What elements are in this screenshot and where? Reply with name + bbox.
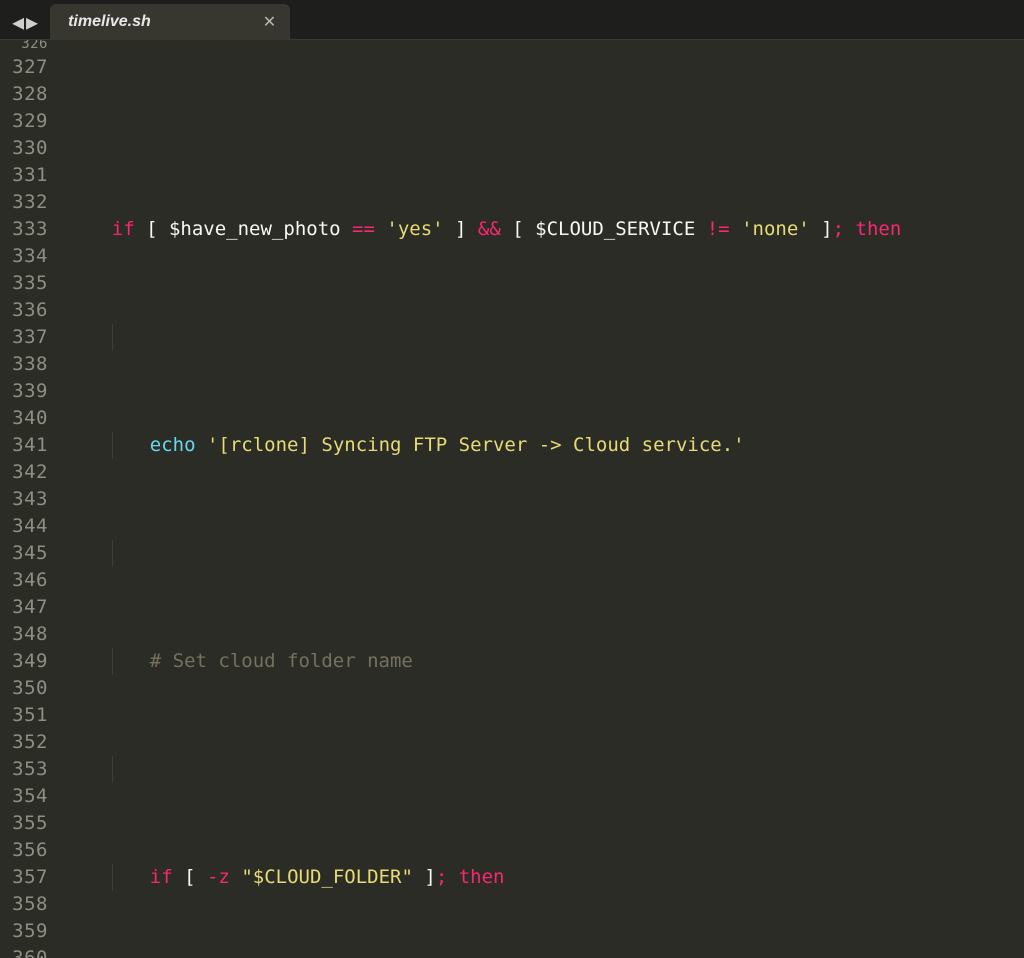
line-number: 330 — [0, 135, 48, 162]
line-number: 347 — [0, 594, 48, 621]
editor[interactable]: 326 327328329330331332333334335336337338… — [0, 40, 1024, 958]
file-tab[interactable]: timelive.sh ✕ — [50, 4, 290, 40]
line-number: 353 — [0, 756, 48, 783]
line-number: 351 — [0, 702, 48, 729]
code-line — [66, 756, 1024, 783]
line-number: 355 — [0, 810, 48, 837]
line-number: 342 — [0, 459, 48, 486]
line-number-gutter: 326 327328329330331332333334335336337338… — [0, 40, 62, 958]
line-number: 340 — [0, 405, 48, 432]
line-number: 329 — [0, 108, 48, 135]
line-number: 356 — [0, 837, 48, 864]
line-number: 328 — [0, 81, 48, 108]
line-number: 359 — [0, 918, 48, 945]
code-line: echo '[rclone] Syncing FTP Server -> Clo… — [66, 432, 1024, 459]
line-number: 333 — [0, 216, 48, 243]
line-number: 343 — [0, 486, 48, 513]
line-number: 337 — [0, 324, 48, 351]
line-number: 350 — [0, 675, 48, 702]
line-number: 332 — [0, 189, 48, 216]
line-number: 352 — [0, 729, 48, 756]
line-number: 346 — [0, 567, 48, 594]
code-line: # Set cloud folder name — [66, 648, 1024, 675]
code-line: if [ -z "$CLOUD_FOLDER" ]; then — [66, 864, 1024, 891]
line-number: 345 — [0, 540, 48, 567]
line-number: 327 — [0, 54, 48, 81]
nav-back-icon[interactable]: ◀ — [12, 10, 24, 34]
line-number: 360 — [0, 945, 48, 958]
code-line — [66, 94, 1024, 108]
line-number: 358 — [0, 891, 48, 918]
line-number: 339 — [0, 378, 48, 405]
tab-filename: timelive.sh — [68, 13, 151, 31]
line-number: 331 — [0, 162, 48, 189]
title-bar: ◀ ▶ timelive.sh ✕ — [0, 0, 1024, 40]
line-number: 335 — [0, 270, 48, 297]
line-number: 334 — [0, 243, 48, 270]
nav-forward-icon[interactable]: ▶ — [26, 10, 38, 34]
code-line: if [ $have_new_photo == 'yes' ] && [ $CL… — [66, 216, 1024, 243]
line-number: 348 — [0, 621, 48, 648]
line-number: 357 — [0, 864, 48, 891]
line-number: 354 — [0, 783, 48, 810]
line-number: 338 — [0, 351, 48, 378]
code-line — [66, 324, 1024, 351]
line-number: 341 — [0, 432, 48, 459]
line-number: 326 — [0, 40, 48, 54]
line-number: 344 — [0, 513, 48, 540]
nav-arrows: ◀ ▶ — [0, 4, 50, 39]
code-line — [66, 540, 1024, 567]
code-area[interactable]: if [ $have_new_photo == 'yes' ] && [ $CL… — [62, 40, 1024, 958]
line-number: 349 — [0, 648, 48, 675]
close-icon[interactable]: ✕ — [263, 12, 276, 32]
line-number: 336 — [0, 297, 48, 324]
